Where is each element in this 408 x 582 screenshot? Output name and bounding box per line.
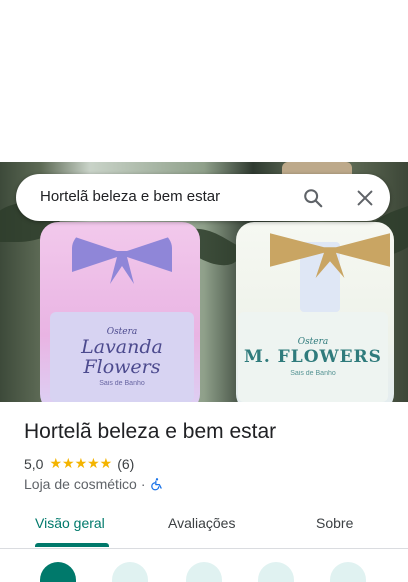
action-button-peek[interactable] (112, 562, 148, 582)
action-button-peek[interactable] (186, 562, 222, 582)
product-name-line2: Flowers (83, 356, 161, 378)
blank-area (0, 0, 408, 162)
brand-text: Ostera (297, 337, 329, 347)
separator: · (140, 476, 146, 492)
product-name: M. FLOWERS (244, 347, 382, 367)
action-button-peek[interactable] (40, 562, 76, 582)
product-subtitle: Sais de Banho (99, 380, 145, 387)
category-row: Loja de cosmético · (24, 476, 164, 492)
review-count[interactable]: (6) (117, 456, 134, 472)
close-icon[interactable] (354, 187, 376, 209)
search-input[interactable]: Hortelã beleza e bem estar (40, 188, 220, 205)
active-tab-indicator (35, 543, 109, 547)
search-bar[interactable]: Hortelã beleza e bem estar (16, 174, 390, 221)
place-title: Hortelã beleza e bem estar (24, 420, 277, 443)
product-subtitle: Sais de Banho (290, 370, 336, 377)
rating-value: 5,0 (24, 455, 44, 472)
star-rating-icon: ★★★★★ (49, 455, 113, 471)
tab-about[interactable]: Sobre (316, 515, 353, 531)
label-lavanda: Ostera Lavanda Flowers Sais de Banho (50, 312, 194, 402)
place-category: Loja de cosmético (24, 476, 137, 492)
tab-bar: Visão geral Avaliações Sobre (0, 502, 408, 549)
tab-overview[interactable]: Visão geral (35, 515, 105, 531)
place-info-panel: Hortelã beleza e bem estar 5,0 ★★★★★ (6)… (0, 402, 408, 582)
action-button-peek[interactable] (258, 562, 294, 582)
wheelchair-icon (150, 477, 164, 491)
rating-row[interactable]: 5,0 ★★★★★ (6) (24, 455, 134, 472)
label-m-flowers: Ostera M. FLOWERS Sais de Banho (238, 312, 388, 402)
tab-reviews[interactable]: Avaliações (168, 515, 235, 531)
action-button-peek[interactable] (330, 562, 366, 582)
search-icon[interactable] (302, 187, 324, 209)
product-name-line1: Lavanda (81, 336, 163, 358)
